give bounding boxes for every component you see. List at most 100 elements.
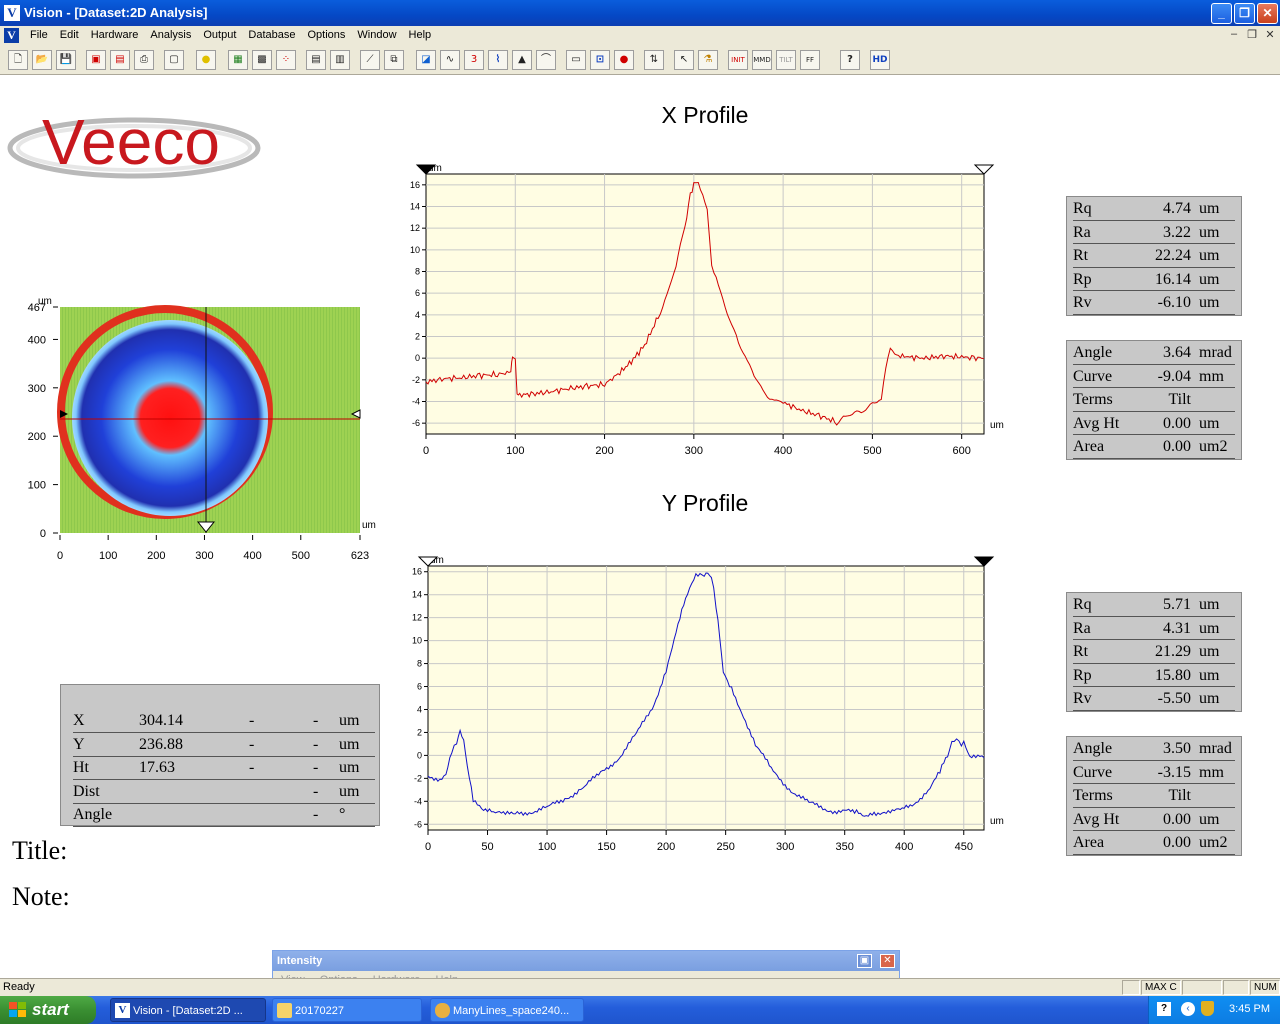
menu-edit[interactable]: Edit <box>54 28 85 43</box>
map-y-tick-label: 200 <box>28 431 46 443</box>
menu-hardware[interactable]: Hardware <box>85 28 145 43</box>
align-icon[interactable]: ⇅ <box>644 50 664 70</box>
title-label[interactable]: Title: <box>12 836 67 866</box>
dots-icon[interactable]: ⁘ <box>276 50 296 70</box>
cursor-info-d1: - <box>249 735 255 753</box>
y-right-cursor-icon[interactable] <box>973 556 995 567</box>
x-stat-unit: um <box>1199 200 1220 217</box>
menu-help[interactable]: Help <box>403 28 438 43</box>
table2-icon[interactable]: ▥ <box>330 50 350 70</box>
intensity-title[interactable]: Intensity <box>273 951 899 971</box>
measure-icon[interactable]: ⊡ <box>590 50 610 70</box>
start-button[interactable]: start <box>0 996 96 1024</box>
help-tray-icon[interactable]: ? <box>1157 1002 1171 1016</box>
taskbar: start V Vision - [Dataset:2D ... 2017022… <box>0 996 1280 1024</box>
light-icon[interactable]: ● <box>196 50 216 70</box>
y-fit-row: Terms Tilt <box>1073 784 1235 808</box>
maximize-button[interactable]: ❐ <box>1234 3 1255 24</box>
map-icon[interactable]: ▦ <box>228 50 248 70</box>
x-fit-label: Terms <box>1073 391 1113 409</box>
menu-file[interactable]: File <box>24 28 54 43</box>
y-tick-label: 14 <box>410 202 420 212</box>
cross-section-icon[interactable]: ⌇ <box>488 50 508 70</box>
security-shield-icon[interactable] <box>1201 1001 1214 1016</box>
flask-icon[interactable]: ⚗ <box>698 50 718 70</box>
menu-window[interactable]: Window <box>351 28 402 43</box>
x-fit-value: 3.64 <box>1163 344 1191 361</box>
record-icon[interactable]: ● <box>614 50 634 70</box>
init-ff-icon[interactable]: FF <box>800 50 820 70</box>
cursor-info-label: Y <box>73 735 85 753</box>
contour-icon[interactable]: ◪ <box>416 50 436 70</box>
x-fit-row: Avg Ht 0.00 um <box>1073 412 1235 436</box>
y-tick-label: 8 <box>417 659 422 669</box>
x-fit-label: Curve <box>1073 367 1113 385</box>
menu-output[interactable]: Output <box>197 28 242 43</box>
y-tick-label: -4 <box>414 796 422 806</box>
child-close-button[interactable]: ✕ <box>1262 28 1278 41</box>
pointer-icon[interactable]: ↖ <box>674 50 694 70</box>
status-pane-max: MAX C <box>1141 980 1181 995</box>
intensity-close-icon[interactable]: ✕ <box>880 954 895 968</box>
surface-map[interactable]: 0 100 200 300 400 500 6230100200300400467 um u… <box>20 292 380 572</box>
stage-icon[interactable]: ▭ <box>566 50 586 70</box>
x-stat-label: Rp <box>1073 270 1092 288</box>
child-restore-button[interactable]: ❐ <box>1244 28 1260 41</box>
child-minimize-button[interactable]: – <box>1226 28 1242 40</box>
y-stat-row: Rp 15.80 um <box>1073 664 1235 688</box>
init-tilt-icon[interactable]: TILT <box>776 50 796 70</box>
menu-database[interactable]: Database <box>242 28 301 43</box>
3d-icon[interactable]: 3 <box>464 50 484 70</box>
x-unit-label: um <box>990 816 1004 827</box>
x-right-cursor-icon[interactable] <box>973 164 995 175</box>
save-report-icon[interactable]: ▣ <box>86 50 106 70</box>
ruler-icon[interactable]: ⟋ <box>360 50 380 70</box>
profile-icon[interactable]: ∿ <box>440 50 460 70</box>
save-icon[interactable]: 💾 <box>56 50 76 70</box>
x-stat-value: -6.10 <box>1157 294 1191 312</box>
hd-icon[interactable]: HD <box>870 50 890 70</box>
note-label[interactable]: Note: <box>12 882 70 912</box>
copy-icon[interactable]: ⧉ <box>384 50 404 70</box>
x-stat-unit: um <box>1199 247 1220 265</box>
y-fit-row: Area 0.00 um2 <box>1073 831 1235 855</box>
intensity-dock-icon[interactable]: ▣ <box>857 954 872 968</box>
init-mmd-icon[interactable]: MMD <box>752 50 772 70</box>
y-profile-chart[interactable]: 0 50 100 150 200 250 300 350 400 450 -6 -4 -2 0 2 4 6 8 10… <box>390 548 1020 864</box>
init-icon[interactable]: INIT <box>728 50 748 70</box>
back-tray-icon[interactable]: ‹ <box>1181 1002 1195 1016</box>
menu-analysis[interactable]: Analysis <box>144 28 197 43</box>
load-report-icon[interactable]: ▤ <box>110 50 130 70</box>
map-y-unit: um <box>38 296 52 307</box>
print-icon[interactable]: ⎙ <box>134 50 154 70</box>
new-file-icon[interactable]: 🗋 <box>8 50 28 70</box>
open-folder-icon[interactable]: 📂 <box>32 50 52 70</box>
minimize-button[interactable]: _ <box>1211 3 1232 24</box>
taskbar-item-folder[interactable]: 20170227 <box>272 998 422 1022</box>
status-pane-num: NUM <box>1250 980 1280 995</box>
map-x-tick-label: 0 <box>57 550 63 562</box>
x-profile-chart[interactable]: 0 100 200 300 400 500 600 -6 -4 -2 0 2 4 6 8 10 12 14 16 um… <box>390 156 1020 466</box>
plot-area <box>425 173 985 435</box>
document-icon[interactable]: V <box>4 28 19 43</box>
x-stat-unit: um <box>1199 294 1220 312</box>
taskbar-item-paint-label: ManyLines_space240... <box>453 1005 570 1017</box>
x-stat-unit: um <box>1199 223 1220 241</box>
bearing-icon[interactable]: ⌒ <box>536 50 556 70</box>
y-tick-label: 2 <box>415 332 420 342</box>
x-fit-row: Curve -9.04 mm <box>1073 365 1235 389</box>
y-fit-label: Angle <box>1073 740 1113 757</box>
map-x-tick-label: 300 <box>195 550 213 562</box>
page-icon[interactable]: ▢ <box>164 50 184 70</box>
cursor-info-unit: um <box>339 759 360 776</box>
clock: 3:45 PM <box>1229 1003 1270 1015</box>
y-tick-label: 10 <box>412 636 422 646</box>
taskbar-item-vision[interactable]: V Vision - [Dataset:2D ... <box>110 998 266 1022</box>
help-icon[interactable]: ? <box>840 50 860 70</box>
histogram-icon[interactable]: ▲ <box>512 50 532 70</box>
taskbar-item-paint[interactable]: ManyLines_space240... <box>430 998 584 1022</box>
table-icon[interactable]: ▤ <box>306 50 326 70</box>
close-button[interactable]: ✕ <box>1257 3 1278 24</box>
menu-options[interactable]: Options <box>301 28 351 43</box>
mask-icon[interactable]: ▩ <box>252 50 272 70</box>
